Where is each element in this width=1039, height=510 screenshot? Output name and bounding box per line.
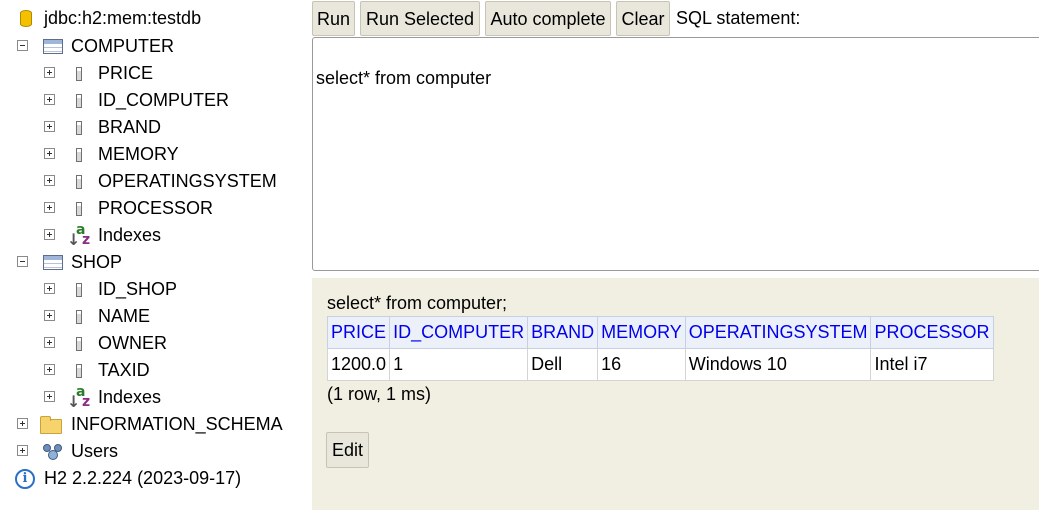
column-name: PRICE — [98, 63, 154, 83]
result-cell: 1 — [389, 348, 529, 381]
sort-az-icon: ↓ a z — [67, 384, 91, 411]
result-cell: Windows 10 — [684, 348, 872, 381]
users-label: Users — [71, 441, 119, 461]
expand-icon[interactable] — [44, 229, 55, 240]
column-name: ID_SHOP — [98, 279, 178, 299]
result-header-cell[interactable]: BRAND — [527, 316, 599, 349]
tree-indexes[interactable]: ↓ a z Indexes — [0, 222, 300, 249]
result-header-row: PRICE ID_COMPUTER BRAND MEMORY OPERATING… — [326, 316, 994, 349]
column-name: MEMORY — [98, 144, 179, 164]
tree-column[interactable]: PROCESSOR — [0, 195, 300, 222]
schema-name: INFORMATION_SCHEMA — [71, 414, 283, 434]
column-icon — [76, 337, 82, 351]
row-count: (1 row, 1 ms) — [327, 384, 432, 404]
expand-icon[interactable] — [44, 202, 55, 213]
expand-icon[interactable] — [17, 445, 28, 456]
expand-icon[interactable] — [44, 94, 55, 105]
column-icon — [76, 310, 82, 324]
result-cell: 16 — [597, 348, 686, 381]
column-name: OWNER — [98, 333, 167, 353]
result-header-cell[interactable]: ID_COMPUTER — [389, 316, 529, 349]
result-query: select* from computer; — [327, 293, 508, 313]
run-selected-button[interactable]: Run Selected — [360, 1, 480, 36]
results-panel: select* from computer; PRICE ID_COMPUTER… — [312, 278, 1039, 510]
result-header-cell[interactable]: OPERATINGSYSTEM — [684, 316, 872, 349]
column-icon — [76, 283, 82, 297]
expand-icon[interactable] — [44, 283, 55, 294]
column-name: NAME — [98, 306, 151, 326]
tree-column[interactable]: MEMORY — [0, 141, 300, 168]
database-icon — [20, 10, 32, 27]
sql-text: select* from computer — [316, 68, 492, 88]
folder-icon — [40, 416, 62, 434]
version-label: H2 2.2.224 (2023-09-17) — [44, 468, 242, 488]
column-name: OPERATINGSYSTEM — [98, 171, 277, 191]
expand-icon[interactable] — [17, 418, 28, 429]
expand-icon[interactable] — [44, 364, 55, 375]
expand-icon[interactable] — [44, 310, 55, 321]
edit-button[interactable]: Edit — [326, 432, 369, 468]
tree-column[interactable]: OPERATINGSYSTEM — [0, 168, 300, 195]
expand-icon[interactable] — [44, 121, 55, 132]
column-name: PROCESSOR — [98, 198, 214, 218]
clear-button[interactable]: Clear — [616, 1, 670, 36]
table-name: COMPUTER — [71, 36, 174, 56]
tree-column[interactable]: TAXID — [0, 357, 300, 384]
tree-schema[interactable]: INFORMATION_SCHEMA — [0, 411, 300, 438]
table-icon — [43, 255, 63, 270]
sql-editor[interactable]: select* from computer — [312, 37, 1039, 271]
tree-users[interactable]: Users — [0, 438, 300, 465]
column-icon — [76, 67, 82, 81]
schema-tree: jdbc:h2:mem:testdb COMPUTER PRICE ID_COM… — [0, 0, 310, 510]
sort-az-icon: ↓ a z — [67, 222, 91, 249]
result-cell: Intel i7 — [870, 348, 994, 381]
column-name: BRAND — [98, 117, 162, 137]
result-table: PRICE ID_COMPUTER BRAND MEMORY OPERATING… — [326, 316, 994, 381]
tree-column[interactable]: BRAND — [0, 114, 300, 141]
info-icon: i — [15, 469, 35, 489]
column-icon — [76, 175, 82, 189]
tree-table-computer[interactable]: COMPUTER — [0, 33, 300, 60]
connection-label: jdbc:h2:mem:testdb — [44, 8, 202, 28]
expand-icon[interactable] — [44, 175, 55, 186]
tree-column[interactable]: ID_SHOP — [0, 276, 300, 303]
result-cell: Dell — [527, 348, 599, 381]
tree-version: i H2 2.2.224 (2023-09-17) — [0, 465, 300, 492]
collapse-icon[interactable] — [17, 40, 28, 51]
expand-icon[interactable] — [44, 148, 55, 159]
expand-icon[interactable] — [44, 67, 55, 78]
table-row: 1200.0 1 Dell 16 Windows 10 Intel i7 — [326, 348, 994, 381]
column-name: TAXID — [98, 360, 150, 380]
toolbar: Run Run Selected Auto complete Clear SQL… — [312, 0, 1039, 38]
indexes-label: Indexes — [98, 387, 162, 407]
column-icon — [76, 148, 82, 162]
result-header-cell[interactable]: PRICE — [326, 316, 391, 349]
result-cell: 1200.0 — [326, 348, 391, 381]
sql-statement-label: SQL statement: — [676, 8, 801, 28]
column-icon — [76, 364, 82, 378]
column-icon — [76, 121, 82, 135]
run-button[interactable]: Run — [312, 1, 355, 36]
collapse-icon[interactable] — [17, 256, 28, 267]
auto-complete-button[interactable]: Auto complete — [485, 1, 611, 36]
tree-connection[interactable]: jdbc:h2:mem:testdb — [0, 5, 300, 32]
tree-column[interactable]: NAME — [0, 303, 300, 330]
indexes-label: Indexes — [98, 225, 162, 245]
result-header-cell[interactable]: PROCESSOR — [870, 316, 994, 349]
column-icon — [76, 202, 82, 216]
expand-icon[interactable] — [44, 337, 55, 348]
result-header-cell[interactable]: MEMORY — [597, 316, 686, 349]
tree-column[interactable]: ID_COMPUTER — [0, 87, 300, 114]
users-icon — [43, 442, 63, 462]
table-icon — [43, 39, 63, 54]
expand-icon[interactable] — [44, 391, 55, 402]
column-icon — [76, 94, 82, 108]
tree-column[interactable]: PRICE — [0, 60, 300, 87]
tree-table-shop[interactable]: SHOP — [0, 249, 300, 276]
tree-column[interactable]: OWNER — [0, 330, 300, 357]
column-name: ID_COMPUTER — [98, 90, 230, 110]
tree-indexes[interactable]: ↓ a z Indexes — [0, 384, 300, 411]
table-name: SHOP — [71, 252, 123, 272]
